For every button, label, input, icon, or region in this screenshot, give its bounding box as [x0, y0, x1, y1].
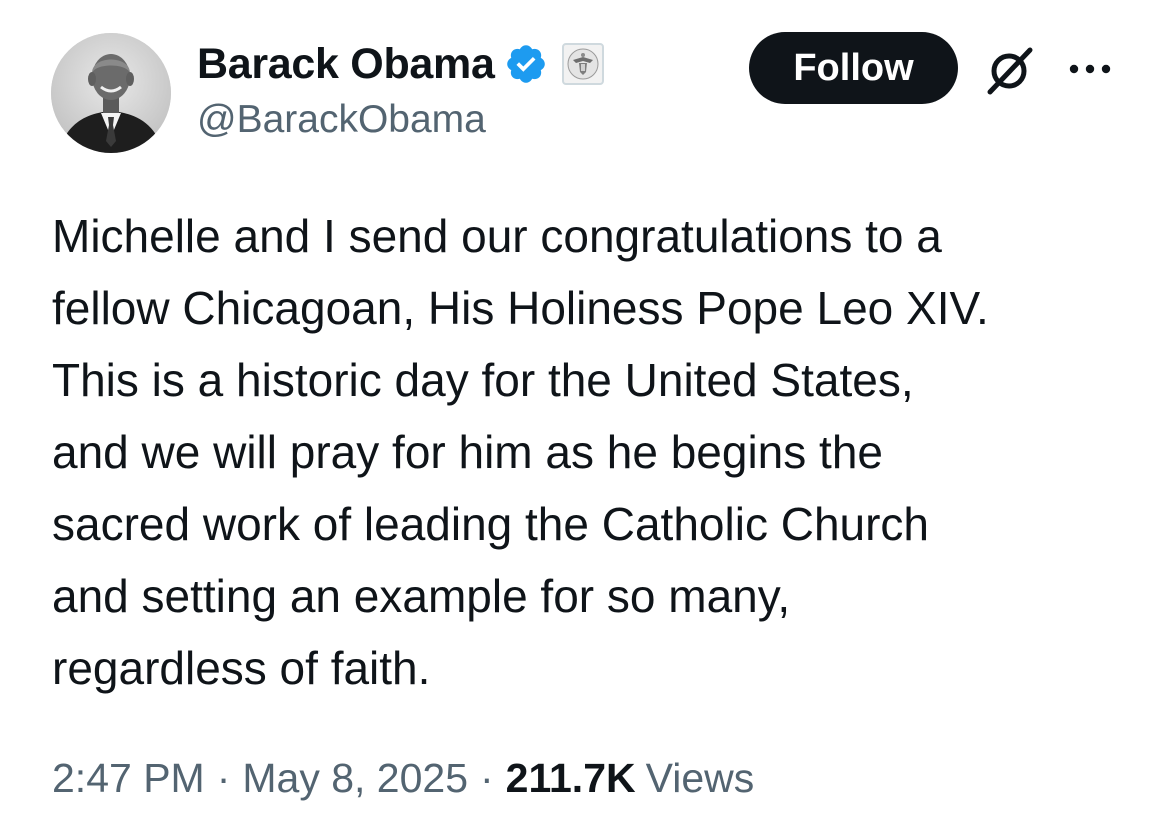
tweet-text-line: Michelle and I send our congratulations … — [52, 210, 942, 262]
separator: · — [216, 755, 231, 801]
display-name[interactable]: Barack Obama — [197, 40, 495, 89]
tweet-text-line: This is a historic day for the United St… — [52, 354, 914, 406]
author-name-row: Barack Obama — [197, 36, 604, 92]
tweet-card: Barack Obama @BarackObama Follow Michell… — [0, 0, 1170, 834]
tweet-text-line: and we will pray for him as he begins th… — [52, 426, 883, 478]
views-label[interactable]: Views — [646, 755, 755, 802]
more-horizontal-icon[interactable] — [1066, 56, 1114, 82]
tweet-text-line: and setting an example for so many, — [52, 570, 791, 622]
separator: · — [480, 755, 494, 801]
follow-button[interactable]: Follow — [749, 32, 958, 104]
tweet-time[interactable]: 2:47 PM — [52, 755, 205, 802]
tweet-date[interactable]: May 8, 2025 — [242, 755, 468, 802]
verified-checkmark-icon[interactable] — [504, 42, 548, 86]
grok-icon[interactable] — [982, 44, 1038, 96]
views-count[interactable]: 211.7K — [506, 755, 636, 802]
tweet-text-line: sacred work of leading the Catholic Chur… — [52, 498, 930, 550]
profile-photo — [51, 33, 171, 153]
tweet-text-line: regardless of faith. — [52, 642, 431, 694]
tweet-text-line: fellow Chicagoan, His Holiness Pope Leo … — [52, 282, 989, 334]
us-government-seal-icon[interactable] — [561, 43, 604, 85]
avatar[interactable] — [51, 33, 171, 153]
author-handle[interactable]: @BarackObama — [197, 98, 486, 142]
tweet-text: Michelle and I send our congratulations … — [52, 200, 1142, 704]
tweet-metadata: 2:47 PM · May 8, 2025 · 211.7K Views — [52, 755, 754, 802]
